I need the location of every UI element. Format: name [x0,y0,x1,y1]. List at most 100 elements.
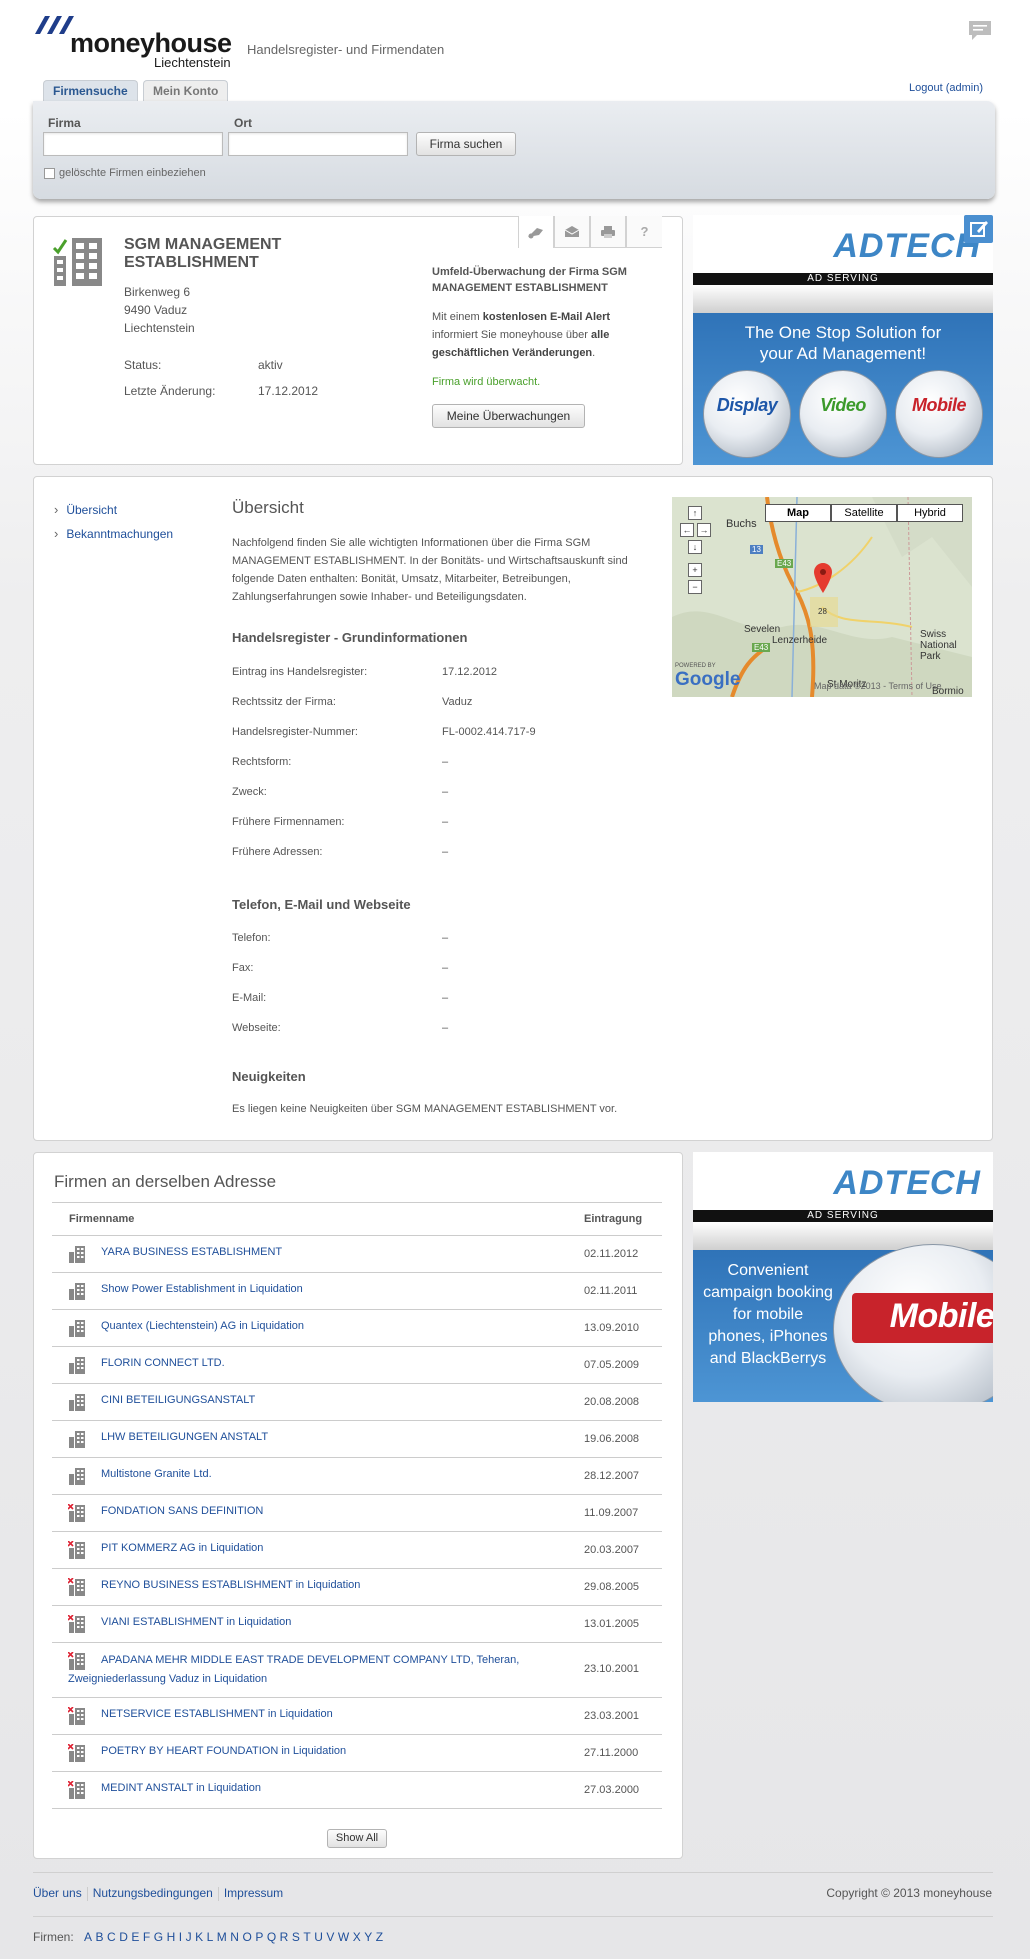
help-icon[interactable]: ? [626,216,662,248]
company-action-tabs: ? [518,216,664,248]
firma-suchen-button[interactable]: Firma suchen [416,132,516,156]
logout-link[interactable]: Logout (admin) [909,82,983,94]
table-row[interactable]: NETSERVICE ESTABLISHMENT in Liquidation 2… [52,1698,662,1735]
letter-link-g[interactable]: G [154,1930,164,1944]
letter-link-j[interactable]: J [186,1930,193,1944]
footer-link-ueber-uns[interactable]: Über uns [33,1886,82,1900]
company-link[interactable]: Multistone Granite Ltd. [101,1468,212,1480]
letter-link-i[interactable]: I [179,1930,183,1944]
company-link[interactable]: POETRY BY HEART FOUNDATION in Liquidatio… [101,1745,346,1757]
letter-link-m[interactable]: M [217,1930,228,1944]
edit-icon[interactable] [964,215,993,243]
map-type-map-button[interactable]: Map [765,504,831,522]
map-type-hybrid-button[interactable]: Hybrid [897,504,963,522]
letter-link-e[interactable]: E [131,1930,140,1944]
letter-link-s[interactable]: S [292,1930,301,1944]
letter-link-u[interactable]: U [314,1930,323,1944]
company-link[interactable]: REYNO BUSINESS ESTABLISHMENT in Liquidat… [101,1579,360,1591]
company-link[interactable]: LHW BETEILIGUNGEN ANSTALT [101,1431,268,1443]
table-row[interactable]: POETRY BY HEART FOUNDATION in Liquidatio… [52,1735,662,1772]
pan-right-icon[interactable]: → [697,523,711,537]
table-row[interactable]: MEDINT ANSTALT in Liquidation 27.03.2000 [52,1772,662,1809]
tab-firmensuche[interactable]: Firmensuche [43,80,138,102]
table-row[interactable]: CINI BETEILIGUNGSANSTALT 20.08.2008 [52,1384,662,1421]
deleted-companies-label[interactable]: gelöschte Firmen einbeziehen [59,167,206,179]
company-link[interactable]: FONDATION SANS DEFINITION [101,1505,263,1517]
ort-label: Ort [234,116,252,130]
email-value[interactable]: – [442,992,448,1004]
pan-down-icon[interactable]: ↓ [688,540,702,554]
nav-uebersicht[interactable]: Übersicht [54,502,117,517]
col-eintragung[interactable]: Eintragung [584,1213,642,1225]
letter-link-h[interactable]: H [167,1930,176,1944]
zoom-in-icon[interactable]: + [688,563,702,577]
binoculars-icon[interactable] [518,216,554,248]
printer-icon[interactable] [590,216,626,248]
letter-link-k[interactable]: K [195,1930,204,1944]
table-row[interactable]: FONDATION SANS DEFINITION 11.09.2007 [52,1495,662,1532]
company-link[interactable]: VIANI ESTABLISHMENT in Liquidation [101,1616,291,1628]
envelope-icon[interactable] [554,216,590,248]
show-all-button[interactable]: Show All [327,1829,387,1848]
ort-input[interactable] [228,132,408,156]
table-row[interactable]: REYNO BUSINESS ESTABLISHMENT in Liquidat… [52,1569,662,1606]
company-link[interactable]: Quantex (Liechtenstein) AG in Liquidatio… [101,1320,304,1332]
letter-link-t[interactable]: T [303,1930,311,1944]
letter-link-f[interactable]: F [143,1930,151,1944]
company-link[interactable]: Show Power Establishment in Liquidation [101,1283,303,1295]
letter-link-v[interactable]: V [326,1930,335,1944]
meine-ueberwachungen-button[interactable]: Meine Überwachungen [432,404,585,428]
letter-link-c[interactable]: C [107,1930,116,1944]
letter-link-o[interactable]: O [242,1930,252,1944]
tab-mein-konto[interactable]: Mein Konto [143,80,229,102]
company-map[interactable]: Map Satellite Hybrid ↑ ← → ↓ + − Buchs S… [672,497,972,697]
website-value[interactable]: – [442,1022,448,1034]
table-row[interactable]: Multistone Granite Ltd. 28.12.2007 [52,1458,662,1495]
letter-link-x[interactable]: X [353,1930,362,1944]
firma-input[interactable] [43,132,223,156]
col-firmenname[interactable]: Firmenname [69,1213,134,1225]
letter-link-q[interactable]: Q [267,1930,277,1944]
table-row[interactable]: YARA BUSINESS ESTABLISHMENT 02.11.2012 [52,1236,662,1273]
table-row[interactable]: LHW BETEILIGUNGEN ANSTALT 19.06.2008 [52,1421,662,1458]
company-link[interactable]: NETSERVICE ESTABLISHMENT in Liquidation [101,1708,333,1720]
table-row[interactable]: FLORIN CONNECT LTD. 07.05.2009 [52,1347,662,1384]
copyright: Copyright © 2013 moneyhouse [826,1886,992,1900]
hr-section-title: Handelsregister - Grundinformationen [232,630,468,645]
google-logo[interactable]: Google [675,669,740,691]
letter-link-y[interactable]: Y [364,1930,373,1944]
pan-left-icon[interactable]: ← [680,523,694,537]
letter-link-w[interactable]: W [338,1930,350,1944]
deleted-companies-checkbox[interactable] [44,168,55,179]
company-link[interactable]: YARA BUSINESS ESTABLISHMENT [101,1246,282,1258]
table-row[interactable]: Show Power Establishment in Liquidation 0… [52,1273,662,1310]
map-attribution[interactable]: Map data ©2013 - Terms of Use [814,681,942,691]
letter-link-d[interactable]: D [119,1930,128,1944]
table-row[interactable]: PIT KOMMERZ AG in Liquidation 20.03.2007 [52,1532,662,1569]
footer-link-nutzungsbedingungen[interactable]: Nutzungsbedingungen [93,1886,213,1900]
nav-bekanntmachungen[interactable]: Bekanntmachungen [54,526,173,541]
company-link[interactable]: APADANA MEHR MIDDLE EAST TRADE DEVELOPME… [68,1651,568,1689]
letter-link-r[interactable]: R [280,1930,289,1944]
letter-link-b[interactable]: B [96,1930,105,1944]
map-type-satellite-button[interactable]: Satellite [831,504,897,522]
letter-link-a[interactable]: A [84,1930,93,1944]
footer-link-impressum[interactable]: Impressum [224,1886,283,1900]
company-link[interactable]: MEDINT ANSTALT in Liquidation [101,1782,261,1794]
letter-link-l[interactable]: L [207,1930,214,1944]
map-marker-icon[interactable] [814,563,832,593]
table-row[interactable]: APADANA MEHR MIDDLE EAST TRADE DEVELOPME… [52,1643,662,1698]
chat-icon[interactable] [968,20,992,42]
company-link[interactable]: CINI BETEILIGUNGSANSTALT [101,1394,255,1406]
letter-link-z[interactable]: Z [376,1930,384,1944]
letter-link-p[interactable]: P [255,1930,264,1944]
adtech-ad-banner-1[interactable]: ADTECH AD SERVING The One Stop Solution … [693,215,993,465]
table-row[interactable]: Quantex (Liechtenstein) AG in Liquidatio… [52,1310,662,1347]
letter-link-n[interactable]: N [230,1930,239,1944]
table-row[interactable]: VIANI ESTABLISHMENT in Liquidation 13.01.… [52,1606,662,1643]
company-link[interactable]: PIT KOMMERZ AG in Liquidation [101,1542,263,1554]
zoom-out-icon[interactable]: − [688,580,702,594]
company-link[interactable]: FLORIN CONNECT LTD. [101,1357,225,1369]
pan-up-icon[interactable]: ↑ [688,506,702,520]
adtech-ad-banner-2[interactable]: ADTECH AD SERVING Convenient campaign bo… [693,1152,993,1402]
